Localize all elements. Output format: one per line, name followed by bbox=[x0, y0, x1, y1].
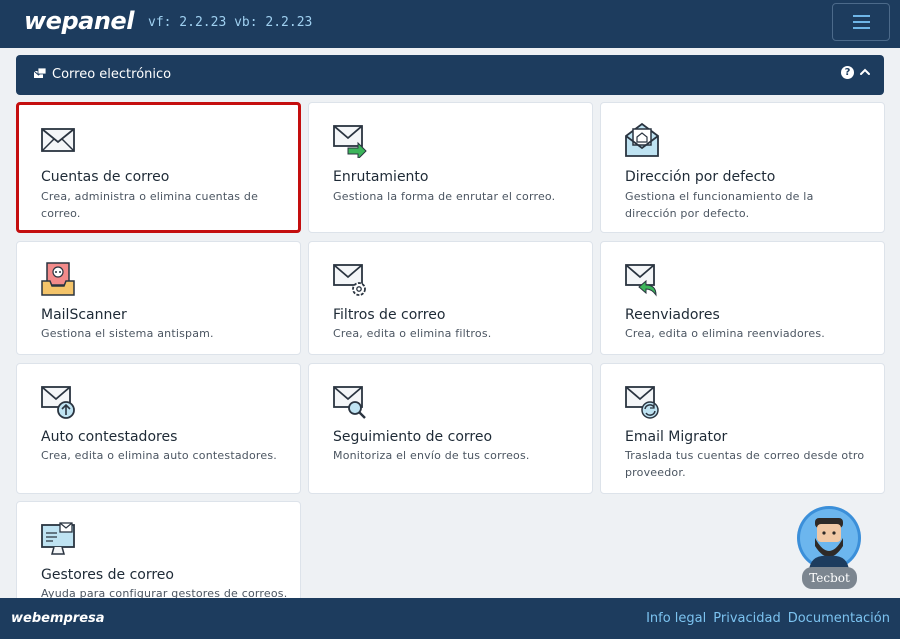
footer-link-info-legal[interactable]: Info legal bbox=[646, 611, 706, 626]
envelope-gear-icon bbox=[333, 264, 366, 296]
envelope-home-icon bbox=[625, 122, 659, 157]
card-title: Seguimiento de correo bbox=[333, 429, 493, 445]
footer: webempresa Info legal Privacidad Documen… bbox=[0, 598, 900, 639]
card-filtros-de-correo[interactable]: Filtros de correo Crea, edita o elimina … bbox=[308, 241, 593, 355]
card-title: Enrutamiento bbox=[333, 169, 429, 185]
version-text: vf: 2.2.23 vb: 2.2.23 bbox=[148, 15, 313, 30]
footer-link-documentacion[interactable]: Documentación bbox=[788, 611, 890, 626]
tecbot-label[interactable]: Tecbot bbox=[802, 567, 857, 589]
card-title: Email Migrator bbox=[625, 429, 728, 445]
card-title: Gestores de correo bbox=[41, 567, 174, 583]
envelope-search-icon bbox=[333, 386, 366, 419]
card-description: Crea, edita o elimina auto contestadores… bbox=[41, 449, 277, 462]
card-reenviadores[interactable]: Reenviadores Crea, edita o elimina reenv… bbox=[600, 241, 885, 355]
card-description: Crea, administra o elimina cuentas de co… bbox=[41, 190, 259, 220]
footer-link-privacidad[interactable]: Privacidad bbox=[713, 611, 780, 626]
section-title: Correo electrónico bbox=[52, 67, 172, 82]
menu-icon-line bbox=[852, 27, 870, 29]
card-title: Dirección por defecto bbox=[625, 169, 776, 185]
chevron-up-icon[interactable] bbox=[859, 66, 871, 78]
menu-icon-line bbox=[852, 21, 870, 23]
email-section-icon bbox=[33, 67, 47, 78]
card-seguimiento-de-correo[interactable]: Seguimiento de correo Monitoriza el enví… bbox=[308, 363, 593, 494]
card-title: Auto contestadores bbox=[41, 429, 178, 445]
card-description: Gestiona el funcionamiento de la direcci… bbox=[625, 190, 814, 220]
card-title: Cuentas de correo bbox=[41, 169, 170, 185]
envelope-forward-icon bbox=[625, 264, 657, 297]
card-title: Filtros de correo bbox=[333, 307, 446, 323]
help-icon[interactable]: ? bbox=[841, 66, 854, 79]
card-title: MailScanner bbox=[41, 307, 127, 323]
card-description: Crea, edita o elimina filtros. bbox=[333, 327, 492, 340]
wepanel-logo[interactable]: wepanel bbox=[24, 7, 134, 35]
footer-links: Info legal Privacidad Documentación bbox=[646, 611, 890, 626]
card-description: Monitoriza el envío de tus correos. bbox=[333, 449, 530, 462]
card-description: Gestiona la forma de enrutar el correo. bbox=[333, 190, 556, 203]
card-gestores-de-correo[interactable]: Gestores de correo Ayuda para configurar… bbox=[16, 501, 301, 606]
card-email-migrator[interactable]: Email Migrator Traslada tus cuentas de c… bbox=[600, 363, 885, 494]
monitor-mail-icon bbox=[41, 522, 75, 555]
envelope-sync-icon bbox=[625, 386, 659, 419]
card-direccion-por-defecto[interactable]: Dirección por defecto Gestiona el funcio… bbox=[600, 102, 885, 233]
hamburger-menu-button[interactable] bbox=[832, 3, 890, 41]
card-description: Gestiona el sistema antispam. bbox=[41, 327, 214, 340]
card-enrutamiento[interactable]: Enrutamiento Gestiona la forma de enruta… bbox=[308, 102, 593, 233]
section-header-email[interactable]: Correo electrónico ? bbox=[16, 55, 884, 95]
card-description: Traslada tus cuentas de correo desde otr… bbox=[625, 449, 865, 479]
card-mailscanner[interactable]: MailScanner Gestiona el sistema antispam… bbox=[16, 241, 301, 355]
card-description: Crea, edita o elimina reenviadores. bbox=[625, 327, 825, 340]
envelope-arrow-icon bbox=[333, 125, 367, 158]
top-bar: wepanel vf: 2.2.23 vb: 2.2.23 bbox=[0, 0, 900, 48]
skull-inbox-icon bbox=[41, 262, 75, 296]
envelope-icon bbox=[41, 128, 75, 152]
card-title: Reenviadores bbox=[625, 307, 720, 323]
card-auto-contestadores[interactable]: Auto contestadores Crea, edita o elimina… bbox=[16, 363, 301, 494]
webempresa-logo[interactable]: webempresa bbox=[11, 611, 105, 626]
card-cuentas-de-correo[interactable]: Cuentas de correo Crea, administra o eli… bbox=[16, 102, 301, 233]
envelope-upload-icon bbox=[41, 386, 75, 419]
menu-icon-line bbox=[852, 15, 870, 17]
tecbot-avatar-icon[interactable] bbox=[797, 506, 861, 570]
